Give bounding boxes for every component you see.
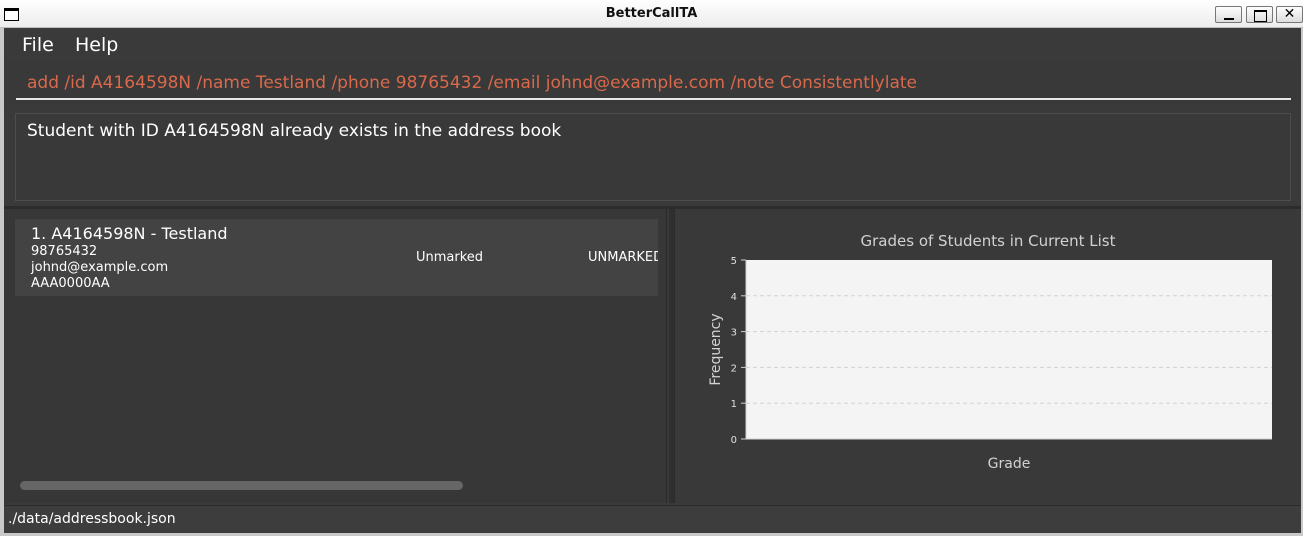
maximize-button[interactable]	[1246, 6, 1273, 23]
menu-help[interactable]: Help	[75, 34, 118, 56]
student-room: AAA0000AA	[31, 276, 110, 291]
command-input[interactable]	[16, 67, 1291, 100]
x-axis-label: Grade	[988, 456, 1031, 472]
y-tick-label: 3	[731, 328, 737, 339]
student-attendance: Unmarked	[416, 250, 484, 265]
y-tick-label: 0	[731, 435, 737, 446]
window-title: BetterCallTA	[605, 6, 698, 21]
minimize-button[interactable]	[1215, 6, 1242, 23]
student-card-title: 1. A4164598N - Testland	[31, 224, 228, 243]
status-bar-path: ./data/addressbook.json	[8, 511, 176, 527]
status-bar: ./data/addressbook.json	[4, 505, 1301, 533]
window-titlebar: BetterCallTA ✕	[0, 0, 1303, 28]
y-tick-label: 1	[731, 399, 737, 410]
result-display: Student with ID A4164598N already exists…	[15, 113, 1291, 201]
close-icon: ✕	[1283, 6, 1296, 22]
result-message: Student with ID A4164598N already exists…	[27, 121, 562, 141]
student-email: johnd@example.com	[31, 260, 169, 275]
chart-plot-area	[746, 260, 1272, 439]
y-axis-label: Frequency	[708, 313, 724, 385]
app-window: File Help Student with ID A4164598N alre…	[4, 28, 1301, 533]
horizontal-scrollbar[interactable]	[20, 481, 463, 490]
grades-chart-panel: Grades of Students in Current List 0 1 2 3 4 5…	[674, 209, 1301, 503]
y-tick-label: 4	[731, 292, 737, 303]
y-tick-label: 5	[731, 256, 737, 267]
close-button[interactable]: ✕	[1276, 6, 1303, 23]
student-list-panel: 1. A4164598N - Testland 98765432 johnd@e…	[4, 209, 667, 503]
student-phone: 98765432	[31, 244, 98, 259]
student-card[interactable]: 1. A4164598N - Testland 98765432 johnd@e…	[15, 219, 658, 296]
chart-title: Grades of Students in Current List	[861, 232, 1116, 250]
menu-bar: File Help	[4, 28, 1301, 61]
menu-file[interactable]: File	[22, 34, 54, 56]
grades-chart: Grades of Students in Current List 0 1 2 3 4 5…	[708, 232, 1272, 472]
y-tick-label: 2	[731, 363, 737, 374]
student-status: UNMARKED	[588, 250, 658, 265]
command-box	[4, 61, 1301, 106]
